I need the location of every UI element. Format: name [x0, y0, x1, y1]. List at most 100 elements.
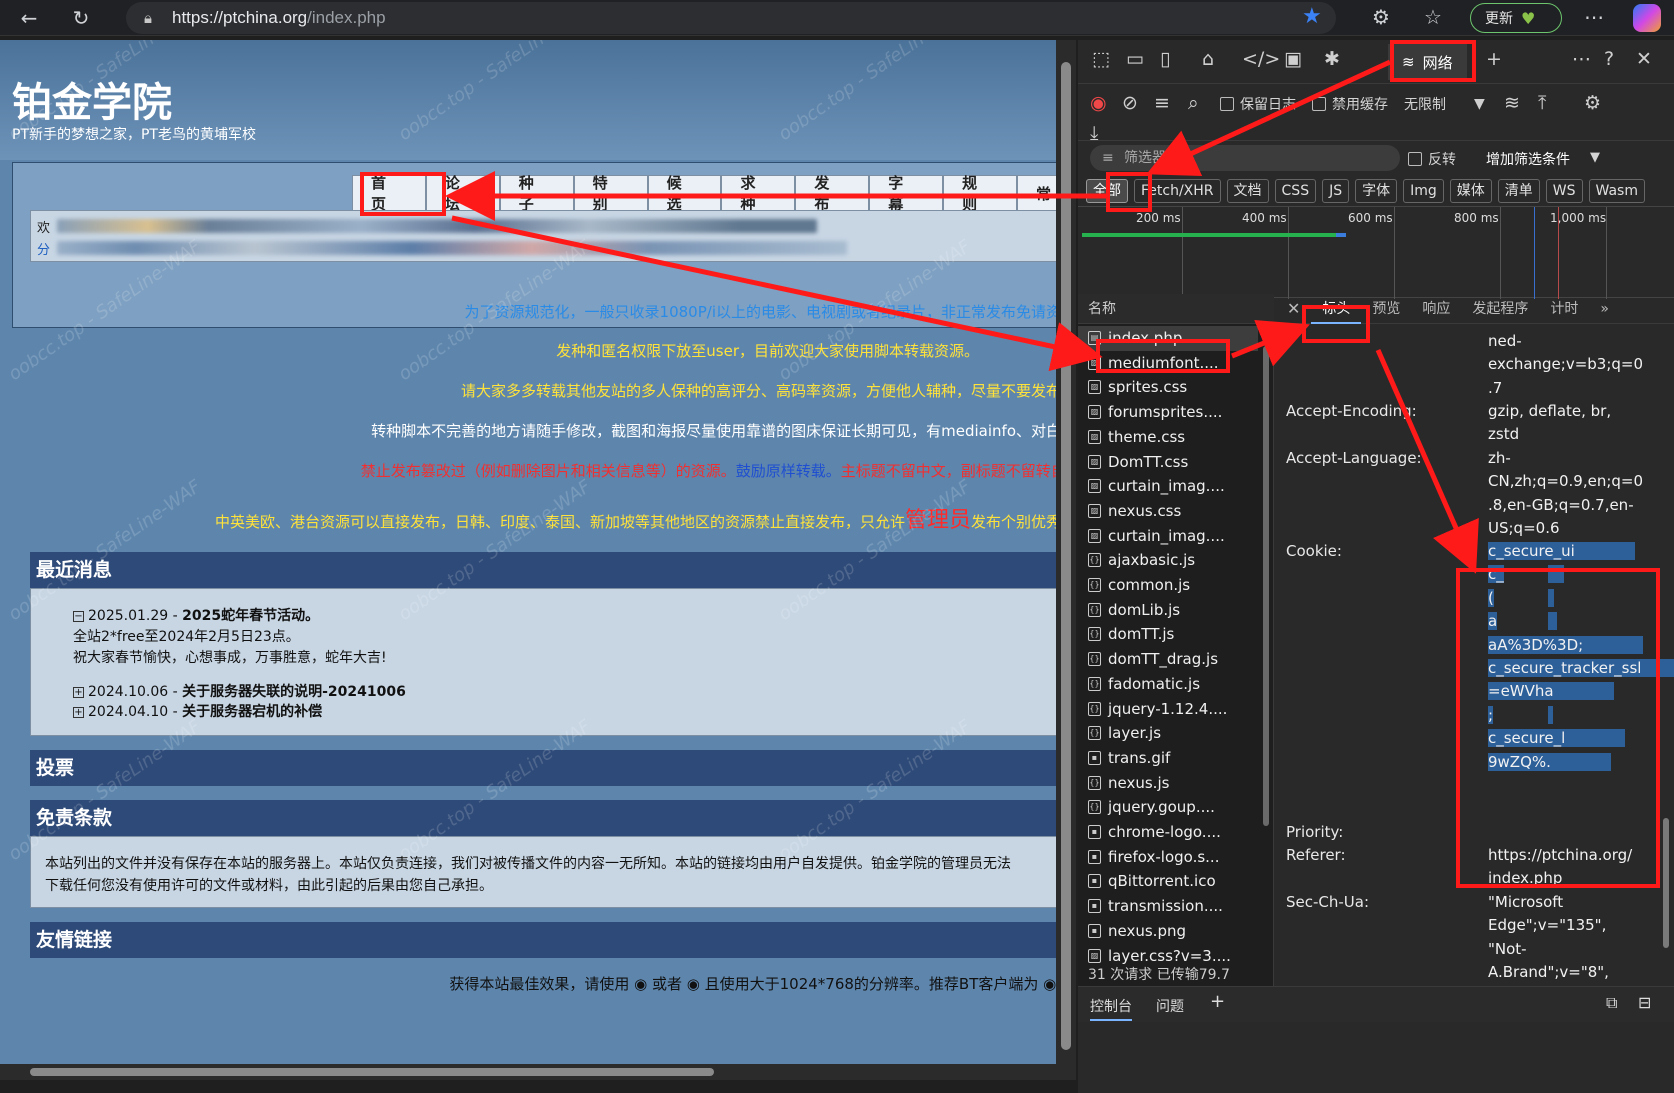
type-all[interactable]: 全部: [1086, 179, 1128, 203]
request-row[interactable]: ▪ qBittorrent.ico: [1078, 869, 1258, 894]
clear-icon[interactable]: ⊘: [1122, 92, 1138, 114]
more-tabs-icon[interactable]: »: [1589, 294, 1620, 324]
favorites-icon[interactable]: ☆: [1424, 5, 1442, 29]
network-conditions-icon[interactable]: ≋: [1504, 92, 1520, 114]
request-row[interactable]: ▪ transmission....: [1078, 894, 1258, 919]
add-tab-icon[interactable]: +: [1486, 48, 1502, 70]
nav-upload[interactable]: 发 布: [795, 174, 870, 213]
more-filters-button[interactable]: 增加筛选条件: [1486, 149, 1570, 169]
type-media[interactable]: 媒体: [1449, 179, 1492, 203]
request-row[interactable]: {} nexus.js: [1078, 771, 1258, 796]
update-button[interactable]: 更新 ♥: [1470, 3, 1562, 33]
type-manifest[interactable]: 清单: [1497, 179, 1540, 203]
reload-icon[interactable]: ↻: [66, 3, 96, 33]
type-fetch-xhr[interactable]: Fetch/XHR: [1134, 179, 1221, 203]
nav-special[interactable]: 特 别: [573, 174, 648, 213]
page-vscroll-thumb[interactable]: [1061, 62, 1071, 1050]
request-row[interactable]: ▪ firefox-logo.s...: [1078, 845, 1258, 870]
nav-candidates[interactable]: 候 选: [647, 174, 722, 213]
request-row[interactable]: ▤ index.php: [1078, 326, 1258, 351]
request-row[interactable]: {} domTT_drag.js: [1078, 647, 1258, 672]
nav-requests[interactable]: 求 种: [721, 174, 796, 213]
drawer-tab-console[interactable]: 控制台: [1090, 996, 1132, 1021]
nav-torrents[interactable]: 种 子: [499, 174, 574, 213]
detail-scroll-thumb[interactable]: [1663, 818, 1669, 948]
page-hscroll-thumb[interactable]: [30, 1068, 714, 1076]
settings-gear-icon[interactable]: ⚙: [1584, 92, 1601, 114]
collapse-icon[interactable]: −: [73, 611, 84, 622]
throttle-select[interactable]: 无限制: [1404, 94, 1446, 114]
import-icon[interactable]: ⤒: [1538, 92, 1546, 114]
header-value-cookie[interactable]: c_secure_ui c_ (a aA%3D%3D; c_secure_track…: [1488, 540, 1658, 774]
tab-initiator[interactable]: 发起程序: [1461, 294, 1539, 324]
close-devtools-icon[interactable]: ✕: [1636, 48, 1652, 70]
news-item-2[interactable]: +2024.10.06 - 关于服务器失联的说明-20241006: [73, 681, 406, 701]
request-row[interactable]: ▨ DomTT.css: [1078, 450, 1258, 475]
welcome-home-icon[interactable]: ⌂: [1202, 48, 1214, 70]
nav-subtitles[interactable]: 字 幕: [869, 174, 944, 213]
copilot-icon[interactable]: [1633, 4, 1661, 32]
help-icon[interactable]: ?: [1604, 48, 1614, 70]
type-wasm[interactable]: Wasm: [1588, 179, 1645, 203]
sources-bug-icon[interactable]: ✱: [1324, 48, 1340, 70]
name-column-header[interactable]: 名称: [1078, 294, 1274, 324]
filter-toggle-icon[interactable]: ≡: [1154, 92, 1170, 114]
tab-network[interactable]: ≋ 网络: [1388, 44, 1467, 80]
type-css[interactable]: CSS: [1274, 179, 1317, 203]
nav-home[interactable]: 首 页: [352, 174, 426, 213]
request-row[interactable]: {} jquery.goup....: [1078, 795, 1258, 820]
page-vertical-scrollbar[interactable]: [1056, 40, 1076, 1080]
more-menu-icon[interactable]: ⋯: [1584, 5, 1604, 29]
dock-drawer-icon[interactable]: ⧉: [1606, 993, 1617, 1013]
tab-timing[interactable]: 计时: [1539, 294, 1589, 324]
request-row[interactable]: {} domTT.js: [1078, 622, 1258, 647]
page-horizontal-scrollbar[interactable]: [0, 1064, 1076, 1080]
request-row[interactable]: {} jquery-1.12.4....: [1078, 697, 1258, 722]
expand-icon[interactable]: +: [73, 707, 84, 718]
address-bar[interactable]: 🔒︎ https://ptchina.org/index.php: [126, 2, 1336, 34]
request-row[interactable]: ▨ sprites.css: [1078, 375, 1258, 400]
request-row[interactable]: ▨ forumsprites....: [1078, 400, 1258, 425]
nav-rules[interactable]: 规 则: [943, 174, 1018, 213]
network-overview[interactable]: 200 ms 400 ms 600 ms 800 ms 1,000 ms: [1078, 206, 1674, 299]
drawer-tab-issues[interactable]: 问题: [1156, 996, 1184, 1016]
console-icon[interactable]: ▣: [1284, 48, 1302, 70]
expand-icon[interactable]: +: [73, 687, 84, 698]
close-drawer-icon[interactable]: ⊟: [1638, 993, 1651, 1012]
dock-icon[interactable]: ▯: [1160, 48, 1170, 70]
filter-input[interactable]: ≡ 筛选器: [1090, 145, 1400, 171]
extensions-icon[interactable]: ⚙: [1372, 5, 1390, 29]
disable-cache-checkbox[interactable]: 禁用缓存: [1312, 94, 1388, 114]
request-row[interactable]: ▨ curtain_imag....: [1078, 524, 1258, 549]
request-row[interactable]: ▪ trans.gif: [1078, 746, 1258, 771]
news-item-3[interactable]: +2024.04.10 - 关于服务器宕机的补偿: [73, 701, 322, 721]
request-row[interactable]: {} fadomatic.js: [1078, 672, 1258, 697]
invert-checkbox[interactable]: 反转: [1408, 149, 1456, 169]
type-font[interactable]: 字体: [1355, 179, 1398, 203]
nav-forum[interactable]: 论 坛: [425, 174, 500, 213]
request-row[interactable]: ▪ nexus.png: [1078, 919, 1258, 944]
request-row[interactable]: ▨ mediumfont....: [1078, 351, 1258, 376]
request-row[interactable]: ▨ theme.css: [1078, 425, 1258, 450]
poll-header[interactable]: 投票: [30, 750, 1076, 786]
type-img[interactable]: Img: [1403, 179, 1444, 203]
news-item-1[interactable]: −2025.01.29 - 2025蛇年春节活动。: [73, 605, 319, 625]
request-row[interactable]: ▨ nexus.css: [1078, 499, 1258, 524]
more-tools-icon[interactable]: ⋯: [1572, 48, 1591, 70]
request-row[interactable]: ▨ curtain_imag....: [1078, 474, 1258, 499]
type-ws[interactable]: WS: [1545, 179, 1583, 203]
request-row[interactable]: {} common.js: [1078, 573, 1258, 598]
type-doc[interactable]: 文档: [1226, 179, 1269, 203]
elements-icon[interactable]: </>: [1242, 48, 1280, 70]
detail-scrollbar[interactable]: [1660, 328, 1672, 1008]
request-scroll-thumb[interactable]: [1263, 346, 1269, 826]
chevron-down-icon[interactable]: ▼: [1474, 96, 1485, 112]
add-drawer-tab-icon[interactable]: +: [1210, 991, 1225, 1012]
request-row[interactable]: {} layer.js: [1078, 721, 1258, 746]
favorite-star-icon[interactable]: ★: [1302, 4, 1322, 29]
inspect-icon[interactable]: ⬚: [1092, 48, 1110, 70]
request-list-scrollbar[interactable]: [1260, 326, 1272, 966]
tab-preview[interactable]: 预览: [1361, 294, 1411, 324]
back-icon[interactable]: ←: [14, 3, 44, 33]
tab-response[interactable]: 响应: [1411, 294, 1461, 324]
